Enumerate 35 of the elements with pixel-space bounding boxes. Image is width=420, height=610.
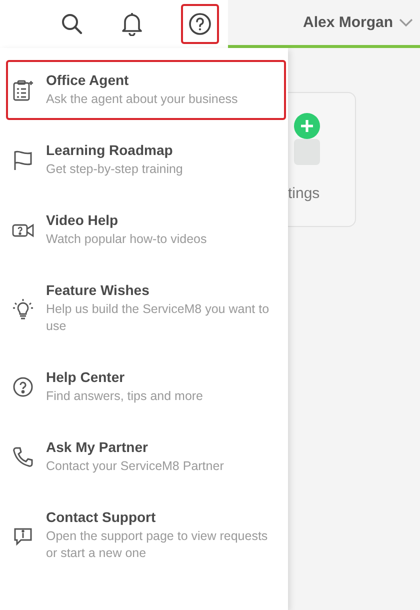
item-description: Help us build the ServiceM8 you want to use [46,301,270,335]
item-description: Get step-by-step training [46,161,183,178]
help-button[interactable] [181,4,219,44]
tile-icon [294,139,320,165]
phone-icon [12,446,34,468]
item-title: Office Agent [46,72,129,88]
item-title: Feature Wishes [46,282,150,298]
help-menu-item[interactable]: Office Agent Ask the agent about your business [6,60,286,120]
flag-icon [12,149,34,171]
item-description: Find answers, tips and more [46,388,204,405]
item-title: Help Center [46,369,125,385]
clipboard-list-icon [12,79,34,101]
search-icon[interactable] [61,13,83,35]
chevron-down-icon [399,18,414,27]
help-menu-item[interactable]: Video Help Watch popular how-to videos [6,200,286,270]
item-description: Contact your ServiceM8 Partner [46,458,224,475]
help-menu-item[interactable]: Feature Wishes Help us build the ServiceM8 you want to use [6,270,286,357]
notification-bell-icon[interactable] [121,12,143,36]
card-label: tings [288,185,320,202]
lightbulb-icon [12,298,34,320]
item-description: Open the support page to view requests or start a new one [46,528,269,562]
user-menu[interactable]: Alex Morgan [228,0,420,48]
item-title: Ask My Partner [46,439,148,455]
add-icon [294,113,320,139]
item-description: Ask the agent about your business [46,91,238,108]
help-menu-item[interactable]: Ask My Partner Contact your ServiceM8 Partner [6,427,286,497]
item-title: Contact Support [46,509,156,525]
help-menu-item[interactable]: Contact Support Open the support page to view requests or start a new one [6,497,286,584]
help-icon [188,12,212,36]
item-title: Video Help [46,212,118,228]
help-menu-item[interactable]: Learning Roadmap Get step-by-step training [6,130,286,200]
help-menu-item[interactable]: Help Center Find answers, tips and more [6,357,286,427]
question-circle-icon [12,376,34,398]
item-title: Learning Roadmap [46,142,173,158]
item-description: Watch popular how-to videos [46,231,207,248]
